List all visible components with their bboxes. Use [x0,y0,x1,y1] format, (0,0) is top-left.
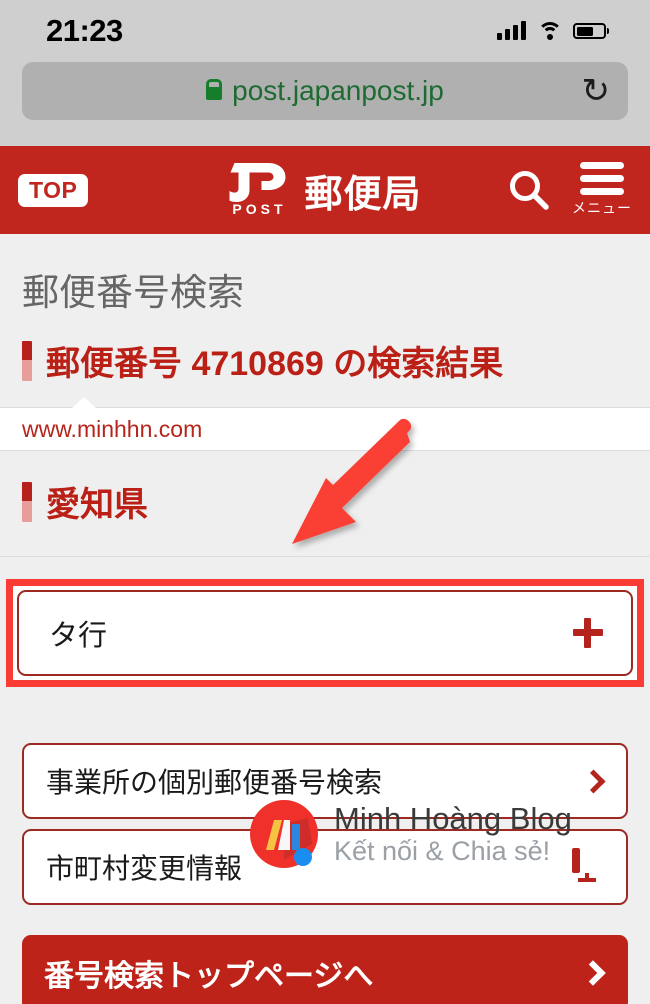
menu-button[interactable]: メニュー [572,162,632,218]
lock-icon [206,86,223,100]
prefecture-name: 愛知県 [46,486,148,524]
link-row-office-postal-search[interactable]: 事業所の個別郵便番号検索 [22,743,628,819]
link-label: 事業所の個別郵便番号検索 [46,767,383,798]
header-actions: メニュー [508,162,632,218]
status-bar-clock: 21:23 [46,13,123,48]
jp-mark-icon [229,163,286,202]
wifi-icon [537,21,562,41]
chevron-right-icon [580,960,606,986]
chevron-right-icon [581,768,606,794]
battery-icon [573,23,606,39]
brand-name: 郵便局 [304,173,422,216]
status-bar-indicators [497,21,606,41]
link-list: 事業所の個別郵便番号検索 市町村変更情報 [0,687,650,905]
cta-number-search-top-page[interactable]: 番号検索トップページへ [22,935,628,1004]
browser-chrome: 21:23 post.japanpost.jp ↻ [0,0,650,146]
accent-bar [22,340,32,381]
top-button[interactable]: TOP [18,173,89,207]
cta-label: 番号検索トップページへ [44,960,374,993]
prefecture-heading: 愛知県 [0,451,650,557]
link-row-municipality-change-info[interactable]: 市町村変更情報 [22,829,628,905]
url-display[interactable]: post.japanpost.jp [206,75,444,107]
page-title: 郵便番号検索 [22,272,244,313]
search-result-heading-text: 郵便番号 4710869 の検索結果 [46,345,504,383]
red-highlight-box-annotation: タ行 [6,579,644,687]
hamburger-menu-icon[interactable] [580,162,624,195]
menu-label: メニュー [572,200,632,216]
watermark-url-band: www.minhhn.com [0,397,650,451]
site-header: TOP POST 郵便局 メニュー [0,146,650,234]
url-text: post.japanpost.jp [232,75,444,106]
reload-icon[interactable]: ↻ [582,74,611,108]
search-icon[interactable] [508,169,550,211]
accordion-ta-row[interactable]: タ行 [17,590,633,676]
search-result-heading: 郵便番号 4710869 の検索結果 [0,330,650,407]
accent-bar [22,481,32,522]
accordion-label: タ行 [49,620,108,652]
notch-shape [71,397,97,409]
desktop-monitor-icon [572,848,602,882]
link-label: 市町村変更情報 [46,853,243,884]
brand-logo-group[interactable]: POST 郵便局 [228,161,421,219]
cellular-bars-icon [497,21,526,40]
url-bar[interactable]: post.japanpost.jp ↻ [22,62,628,120]
watermark-url: www.minhhn.com [22,415,203,442]
ios-status-bar: 21:23 [0,0,650,62]
jp-post-wordmark: POST [232,201,287,217]
mobile-browser-screen: 21:23 post.japanpost.jp ↻ TOP POST 郵便局 メ… [0,0,650,1004]
jp-post-logo: POST [228,161,290,219]
plus-icon[interactable] [573,618,603,648]
